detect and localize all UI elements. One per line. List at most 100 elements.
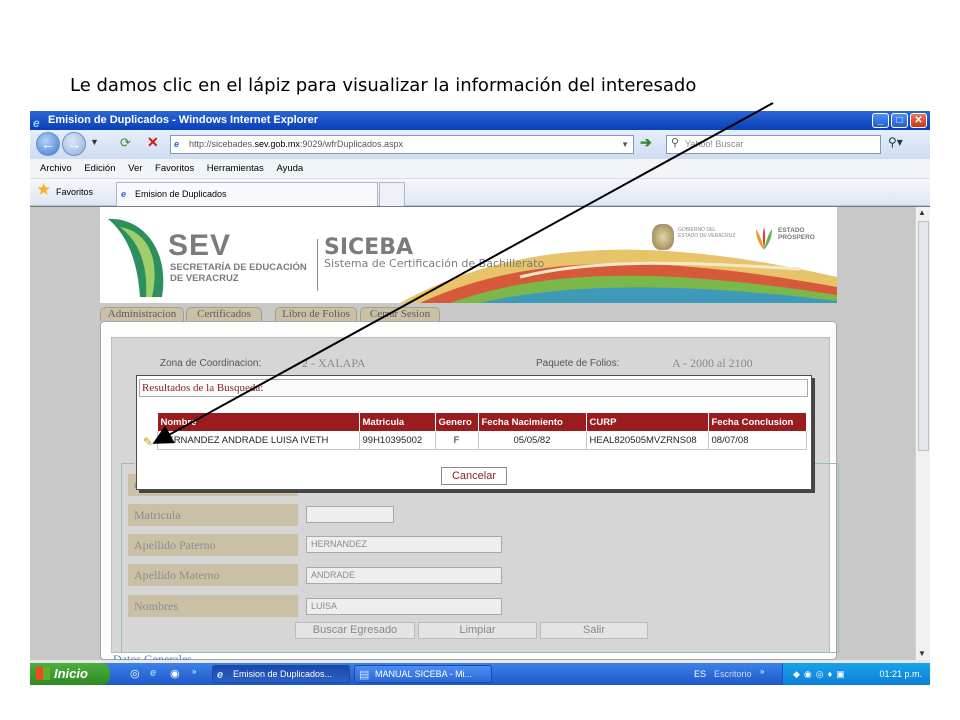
limpiar-button[interactable]: Limpiar <box>418 622 537 639</box>
dialog-title: Resultados de la Busqueda: <box>139 379 808 397</box>
quicklaunch-icon-3[interactable]: ◉ <box>170 667 180 680</box>
buscar-egresado-button[interactable]: Buscar Egresado <box>295 622 415 639</box>
close-button[interactable]: ✕ <box>910 113 927 128</box>
salir-button[interactable]: Salir <box>540 622 648 639</box>
start-button[interactable]: Inicio <box>30 663 110 685</box>
cell-fecha-conclusion: 08/07/08 <box>707 431 807 450</box>
navigation-bar: ← → ▼ ⟳ ✕ e http://sicebades.sev.gob.mx:… <box>30 130 930 159</box>
stop-icon[interactable]: ✕ <box>147 134 159 151</box>
vertical-scrollbar[interactable]: ▲ ▼ <box>915 207 930 660</box>
quicklaunch-icon-1[interactable]: ◎ <box>130 667 140 680</box>
language-indicator[interactable]: ES <box>694 663 706 685</box>
quicklaunch-expand-icon[interactable]: » <box>192 667 196 676</box>
windows-flag-icon <box>36 667 50 680</box>
toolbar-expand-icon[interactable]: » <box>760 667 764 676</box>
col-curp: CURP <box>585 412 709 432</box>
select-cell <box>139 432 157 450</box>
desktop-toolbar[interactable]: Escritorio <box>714 663 752 685</box>
address-dropdown-icon[interactable]: ▼ <box>621 136 629 153</box>
menu-archivo[interactable]: Archivo <box>40 163 72 174</box>
search-input[interactable]: ⚲ Yahoo! Buscar <box>666 135 881 154</box>
sev-subtitle-line1: SECRETARÍA DE EDUCACIÓN <box>170 262 307 273</box>
document-task-icon: ▤ <box>359 669 370 681</box>
table-row: HERNANDEZ ANDRADE LUISA IVETH 99H1039500… <box>139 431 807 450</box>
address-bar[interactable]: e http://sicebades.sev.gob.mx:9029/wfrDu… <box>170 135 634 154</box>
favorites-bar: ★ Favoritos e Emision de Duplicados <box>30 179 930 206</box>
maximize-button[interactable]: □ <box>891 113 908 128</box>
refresh-icon[interactable]: ⟳ <box>120 135 131 151</box>
gobierno-logo: GOBIERNO DEL ESTADO DE VERACRUZ <box>652 224 735 250</box>
cell-fecha-nacimiento: 05/05/82 <box>477 431 587 450</box>
col-fecha-nacimiento: Fecha Nacimiento <box>477 412 587 432</box>
main-panel: Zona de Coordinacion: 2 - XALAPA Paquete… <box>100 321 839 660</box>
paquete-value: A - 2000 al 2100 <box>672 356 753 370</box>
ie-task-icon: e <box>217 669 224 681</box>
nombres-label: Nombres <box>128 595 298 617</box>
matricula-input[interactable] <box>306 506 394 523</box>
menu-bar: Archivo Edición Ver Favoritos Herramient… <box>30 159 930 179</box>
col-genero: Genero <box>434 412 479 432</box>
window-title: Emision de Duplicados - Windows Internet… <box>48 114 319 126</box>
apellido-paterno-input[interactable]: HERNANDEZ <box>306 536 502 553</box>
results-header-row: Nombre Matricula Genero Fecha Nacimiento… <box>139 412 807 432</box>
menu-ver[interactable]: Ver <box>128 163 142 174</box>
cancelar-button[interactable]: Cancelar <box>441 467 507 485</box>
screenshot-window: e Emision de Duplicados - Windows Intern… <box>30 111 930 685</box>
apellido-materno-label: Apellido Materno <box>128 564 298 586</box>
sev-subtitle-line2: DE VERACRUZ <box>170 273 239 284</box>
taskbar-item-emision[interactable]: e Emision de Duplicados... <box>212 665 350 683</box>
scrollbar-thumb[interactable] <box>918 221 929 451</box>
dialog-title-colon: : <box>260 382 264 394</box>
search-results-dialog: Resultados de la Busqueda: ✎ Nombre Matr… <box>136 375 812 490</box>
magnifier-icon: ⚲ <box>671 137 680 149</box>
menu-favoritos[interactable]: Favoritos <box>155 163 194 174</box>
new-tab-button[interactable] <box>379 182 405 206</box>
paquete-label: Paquete de Folios: <box>536 358 620 369</box>
tab-cerrar-sesion[interactable]: Cerrar Sesion <box>360 307 440 321</box>
page-icon: e <box>174 139 180 149</box>
forward-arrow-icon[interactable]: → <box>62 132 86 156</box>
quicklaunch-ie-icon[interactable]: e <box>150 667 156 679</box>
go-arrow-icon[interactable]: ➔ <box>640 134 652 151</box>
tray-icons[interactable]: ◆◉◎♦▣ <box>793 669 849 679</box>
select-column-header <box>139 412 157 432</box>
nombres-input[interactable]: LUISA <box>306 598 502 615</box>
col-nombre: Nombre <box>156 412 360 432</box>
scroll-up-icon[interactable]: ▲ <box>918 208 928 218</box>
estado-prospero-icon <box>756 227 772 250</box>
window-titlebar: e Emision de Duplicados - Windows Intern… <box>30 111 930 130</box>
estado-line2: PRÓSPERO <box>778 234 815 241</box>
tab-emision-de-duplicados[interactable]: e Emision de Duplicados <box>116 182 378 206</box>
estado-line1: ESTADO <box>778 227 805 234</box>
ie-page-icon: e <box>121 189 127 199</box>
search-placeholder: Yahoo! Buscar <box>685 139 744 149</box>
matricula-label: Matricula <box>128 504 298 526</box>
tab-libro-de-folios[interactable]: Libro de Folios <box>275 307 357 321</box>
minimize-button[interactable]: _ <box>872 113 889 128</box>
menu-edicion[interactable]: Edición <box>84 163 115 174</box>
taskbar-item-manual[interactable]: ▤ MANUAL SICEBA - Mi... <box>354 665 492 683</box>
search-button-icon[interactable]: ⚲▾ <box>888 135 903 149</box>
scroll-down-icon[interactable]: ▼ <box>918 649 928 659</box>
cell-curp: HEAL820505MVZRNS08 <box>585 431 709 450</box>
dialog-title-text: Resultados de la Busqueda <box>142 382 261 394</box>
apellido-materno-input[interactable]: ANDRADE <box>306 567 502 584</box>
site-header: SEV SECRETARÍA DE EDUCACIÓN DE VERACRUZ … <box>100 207 837 303</box>
favorites-label: Favoritos <box>56 187 94 197</box>
taskbar-item-label: MANUAL SICEBA - Mi... <box>375 669 473 679</box>
tab-administracion[interactable]: Administracion <box>100 307 184 321</box>
address-suffix: :9029/wfrDuplicados.aspx <box>299 139 403 149</box>
favorites-button[interactable]: ★ Favoritos <box>36 180 94 200</box>
history-dropdown-icon[interactable]: ▼ <box>90 137 99 147</box>
instruction-caption: Le damos clic en el lápiz para visualiza… <box>70 75 697 96</box>
sev-subtitle: SECRETARÍA DE EDUCACIÓN DE VERACRUZ <box>170 262 307 284</box>
back-arrow-icon[interactable]: ← <box>36 132 60 156</box>
menu-herramientas[interactable]: Herramientas <box>207 163 264 174</box>
menu-ayuda[interactable]: Ayuda <box>276 163 303 174</box>
apellido-paterno-label: Apellido Paterno <box>128 534 298 556</box>
windows-taskbar: Inicio ◎ e ◉ » e Emision de Duplicados..… <box>30 663 930 685</box>
state-seal-icon <box>652 224 674 250</box>
tab-certificados[interactable]: Certificados <box>186 307 262 321</box>
star-icon: ★ <box>36 180 52 199</box>
start-label: Inicio <box>54 666 88 681</box>
